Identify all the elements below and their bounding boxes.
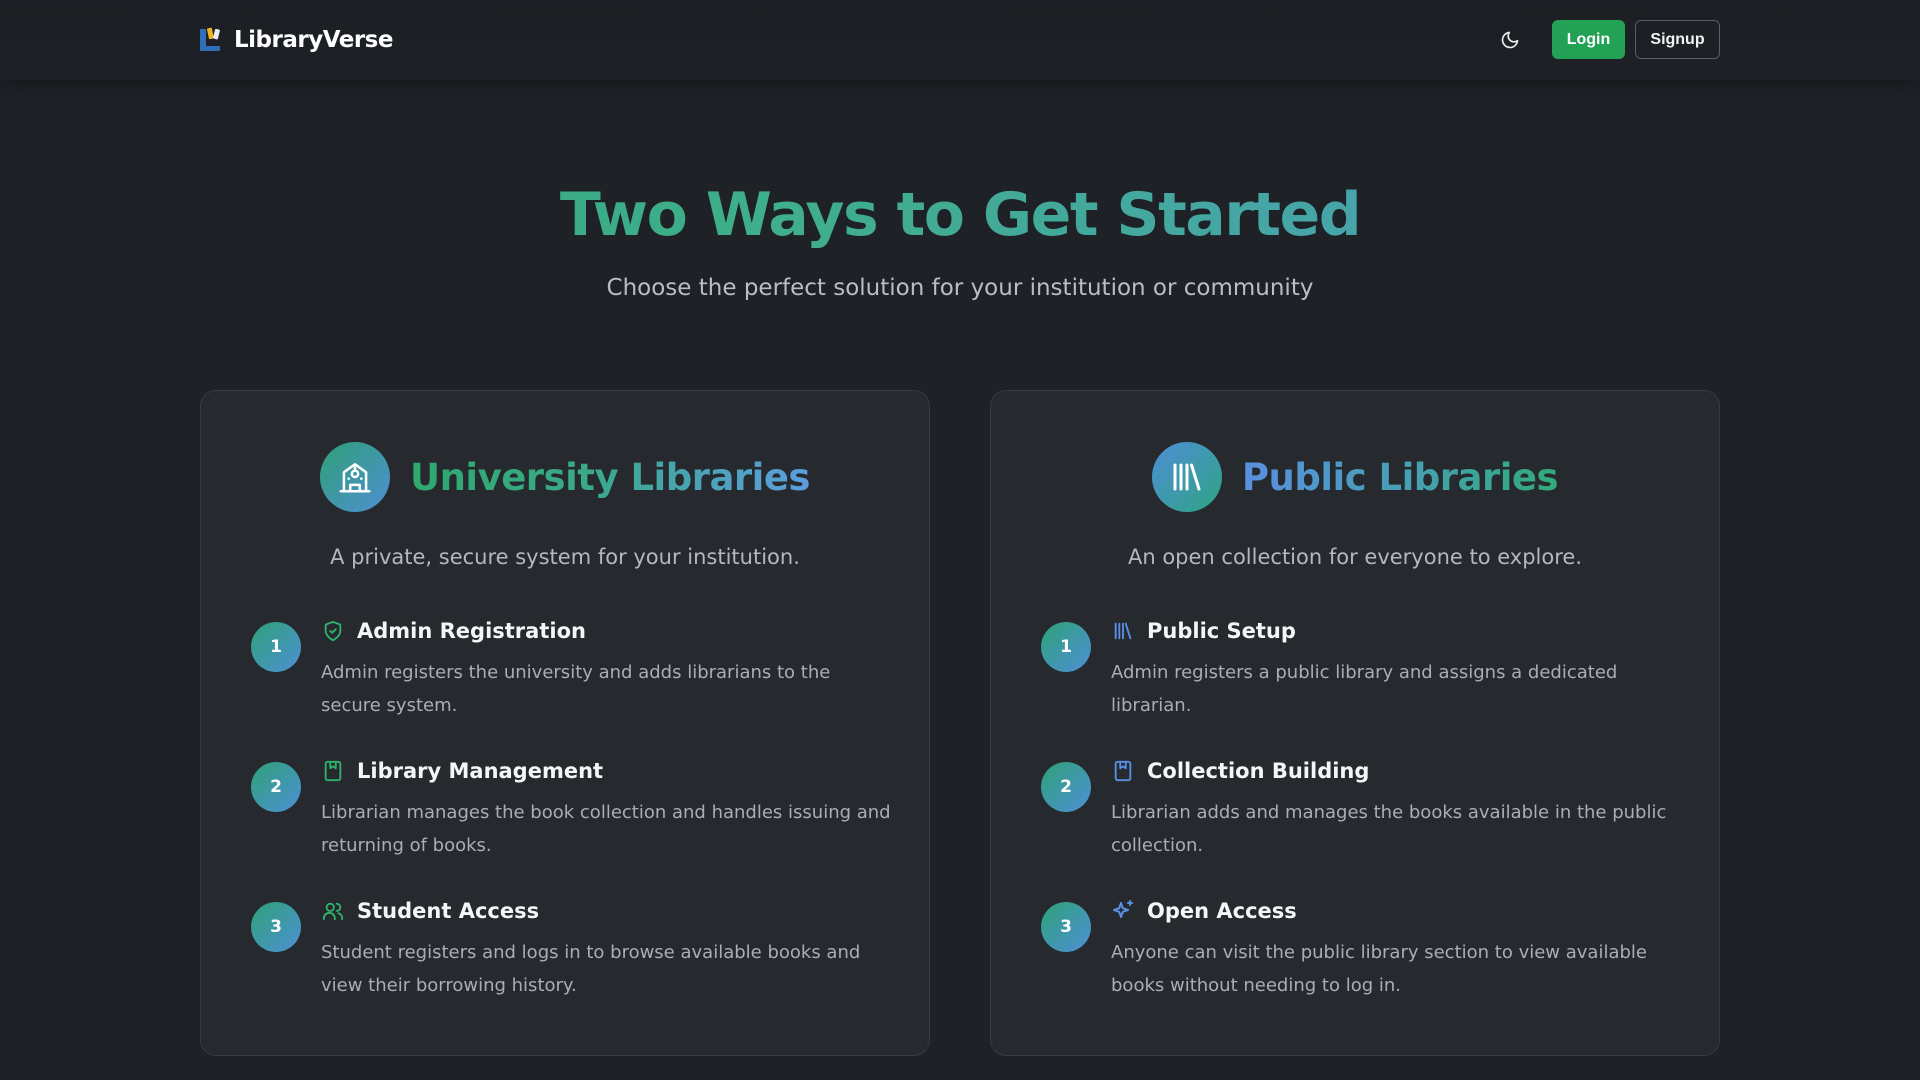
card-title: Public Libraries	[1241, 455, 1559, 499]
step-header: Open Access	[1111, 896, 1297, 926]
step-text: Admin registers the university and adds …	[321, 662, 831, 716]
card-header: University Libraries	[201, 441, 929, 513]
shield-check-icon	[321, 619, 345, 643]
library-logo-icon	[200, 26, 224, 54]
step-title: Library Management	[357, 759, 604, 783]
card-header: Public Libraries	[991, 441, 1719, 513]
step-title: Open Access	[1147, 899, 1297, 923]
brand[interactable]: LibraryVerse	[200, 24, 393, 56]
step-header: Collection Building	[1111, 756, 1369, 786]
brand-name: LibraryVerse	[234, 27, 393, 53]
moon-icon	[1500, 30, 1520, 54]
step-title: Student Access	[357, 899, 540, 923]
public-libraries-card: Public Libraries An open collection for …	[990, 390, 1720, 1056]
card-description: An open collection for everyone to explo…	[1127, 545, 1582, 569]
login-button[interactable]: Login	[1552, 20, 1625, 59]
step-text: Student registers and logs in to browse …	[321, 942, 861, 996]
step-header: Public Setup	[1111, 616, 1296, 646]
card-description: A private, secure system for your instit…	[330, 545, 800, 569]
step-number: 1	[1041, 622, 1091, 672]
step-text: Anyone can visit the public library sect…	[1111, 942, 1647, 996]
step-header: Student Access	[321, 896, 539, 926]
card-title: University Libraries	[410, 455, 810, 499]
step-number: 2	[1041, 762, 1091, 812]
step-text: Librarian adds and manages the books ava…	[1111, 802, 1667, 856]
theme-toggle-button[interactable]	[1496, 28, 1524, 56]
step-text: Librarian manages the book collection an…	[321, 802, 891, 856]
hero-title: Two Ways to Get Started	[0, 180, 1920, 250]
users-icon	[321, 899, 345, 923]
library-books-icon	[1151, 442, 1222, 512]
step-header: Library Management	[321, 756, 603, 786]
step-header: Admin Registration	[321, 616, 586, 646]
navbar: LibraryVerse Login Signup	[0, 0, 1920, 80]
bookmark-book-icon	[321, 759, 345, 783]
university-building-icon	[320, 442, 391, 512]
step-title: Collection Building	[1147, 759, 1370, 783]
step-number: 3	[1041, 902, 1091, 952]
step-number: 2	[251, 762, 301, 812]
step-number: 3	[251, 902, 301, 952]
signup-button[interactable]: Signup	[1635, 20, 1720, 59]
library-books-icon	[1111, 619, 1135, 643]
hero-subtitle: Choose the perfect solution for your ins…	[606, 275, 1314, 301]
bookmark-book-icon	[1111, 759, 1135, 783]
step-text: Admin registers a public library and ass…	[1111, 662, 1618, 716]
step-title: Public Setup	[1147, 619, 1296, 643]
university-libraries-card: University Libraries A private, secure s…	[200, 390, 930, 1056]
sparkles-icon	[1111, 899, 1135, 923]
step-number: 1	[251, 622, 301, 672]
step-title: Admin Registration	[357, 619, 586, 643]
